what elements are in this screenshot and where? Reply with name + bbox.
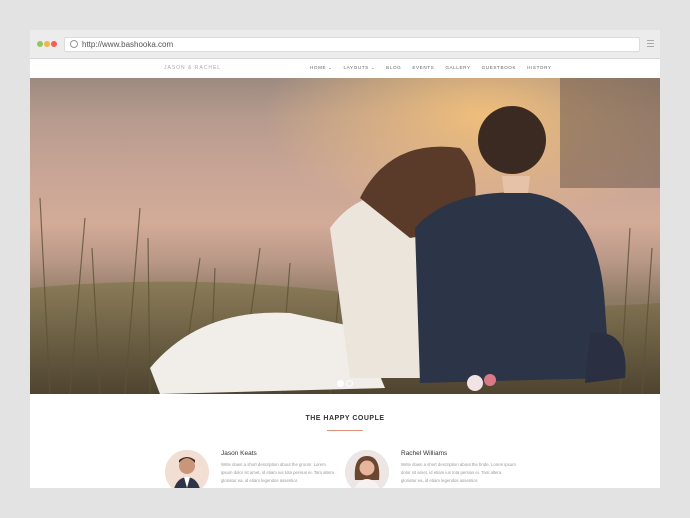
window-zoom-button[interactable] bbox=[37, 41, 43, 47]
nav-blog[interactable]: BLOG bbox=[386, 65, 401, 71]
happy-couple-section: THE HAPPY COUPLE Jason Keats Write down … bbox=[30, 394, 660, 488]
hero-photo bbox=[30, 78, 660, 394]
slider-dot-1[interactable] bbox=[337, 380, 344, 387]
nav-layouts[interactable]: LAYOUTS ⌄ bbox=[344, 65, 376, 71]
title-underline bbox=[327, 430, 363, 431]
nav-events[interactable]: EVENTS bbox=[412, 65, 434, 71]
site-brand[interactable]: JASON & RACHEL bbox=[164, 65, 221, 71]
nav-guestbook[interactable]: GUESTBOOK bbox=[482, 65, 517, 71]
browser-toolbar: http://www.bashooka.com bbox=[30, 30, 660, 59]
slider-dot-2[interactable] bbox=[346, 380, 353, 387]
bride-name: Rachel Williams bbox=[401, 450, 448, 457]
nav-home[interactable]: HOME ⌄ bbox=[310, 65, 333, 71]
groom-avatar bbox=[165, 450, 209, 488]
groom-description: Write down a short description about the… bbox=[221, 462, 334, 483]
hero-slider bbox=[30, 78, 660, 394]
groom-name: Jason Keats bbox=[221, 450, 257, 457]
bride-avatar bbox=[345, 450, 389, 488]
main-nav: HOME ⌄ LAYOUTS ⌄ BLOG EVENTS GALLERY GUE… bbox=[310, 65, 563, 71]
address-url: http://www.bashooka.com bbox=[82, 40, 174, 49]
slider-pager bbox=[337, 380, 355, 387]
address-bar[interactable]: http://www.bashooka.com bbox=[64, 37, 640, 52]
browser-window: http://www.bashooka.com JASON & RACHEL H… bbox=[30, 30, 660, 488]
window-close-button[interactable] bbox=[51, 41, 57, 47]
search-icon bbox=[70, 40, 78, 48]
section-title: THE HAPPY COUPLE bbox=[305, 415, 385, 422]
browser-menu-icon[interactable] bbox=[647, 40, 654, 47]
nav-gallery[interactable]: GALLERY bbox=[445, 65, 470, 71]
bride-description: Write down a short description about the… bbox=[401, 462, 516, 483]
nav-history[interactable]: HISTORY bbox=[527, 65, 551, 71]
window-minimize-button[interactable] bbox=[44, 41, 50, 47]
site-header: JASON & RACHEL HOME ⌄ LAYOUTS ⌄ BLOG EVE… bbox=[30, 59, 660, 79]
